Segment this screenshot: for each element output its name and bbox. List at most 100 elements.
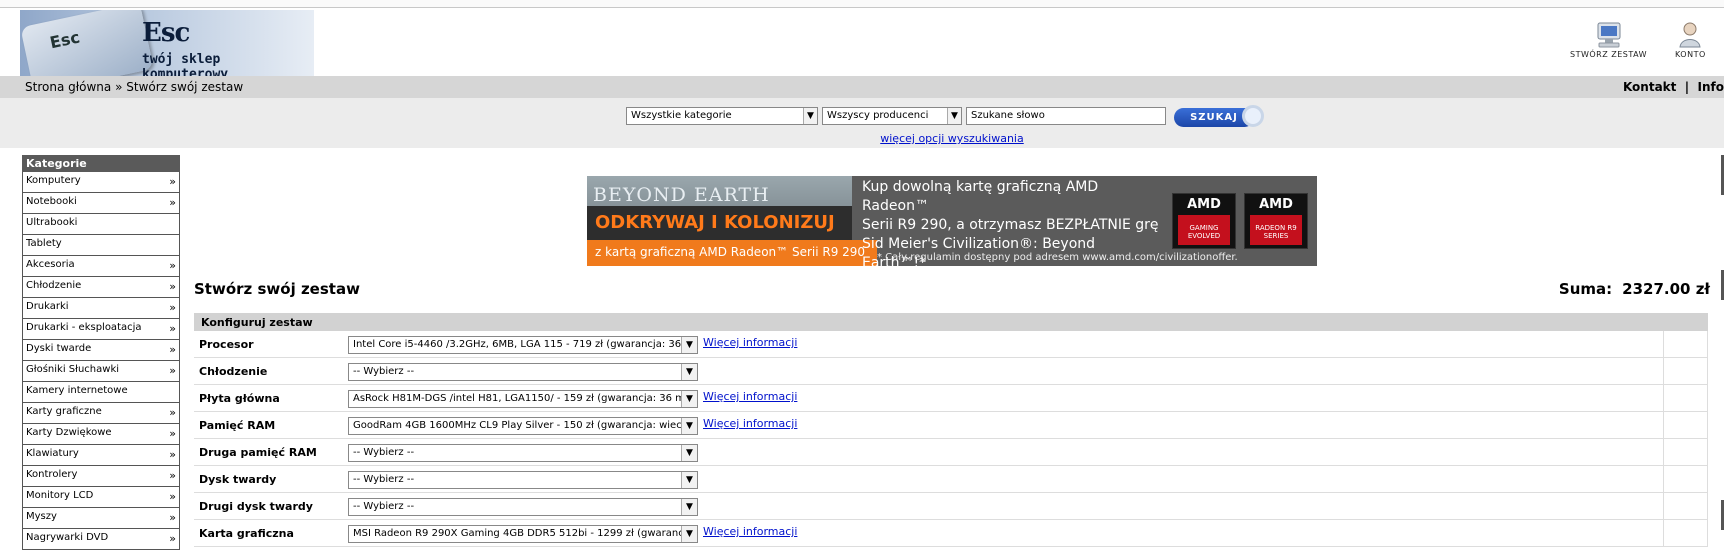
sidebar-item[interactable]: Kamery internetowe (22, 382, 180, 403)
sidebar-item[interactable]: Głośniki Słuchawki » (22, 361, 180, 382)
sidebar-item-label: Akcesoria (26, 259, 75, 270)
amd-radeon-logo: AMD RADEON R9 SERIES (1244, 193, 1308, 249)
account-button[interactable]: KONTO (1675, 22, 1706, 59)
banner-promo-line-1: Kup dowolną kartę graficzną AMD Radeon™ (862, 179, 1099, 214)
chevron-down-icon: ▼ (681, 391, 697, 407)
configurator-row: Druga pamięć RAM -- Wybierz -- ▼ (194, 439, 1708, 466)
amd-promo-banner[interactable]: BEYOND EARTH ODKRYWAJ I KOLONIZUJ z kart… (587, 176, 1317, 266)
contact-link[interactable]: Kontakt (1623, 80, 1676, 94)
component-label: Karta graficzna (199, 527, 294, 540)
configurator-row: Pamięć RAM GoodRam 4GB 1600MHz CL9 Play S… (194, 412, 1708, 439)
sidebar-item[interactable]: Drukarki - eksploatacja » (22, 319, 180, 340)
sidebar-item[interactable]: Dyski twarde » (22, 340, 180, 361)
category-select[interactable]: Wszystkie kategorie ▼ (626, 107, 818, 125)
component-label: Chłodzenie (199, 365, 268, 378)
sidebar-item[interactable]: Nagrywarki DVD » (22, 529, 180, 550)
search-input[interactable]: Szukane słowo (966, 107, 1166, 125)
sidebar-item[interactable]: Chłodzenie » (22, 277, 180, 298)
sidebar-item-label: Karty Dzwiękowe (26, 427, 112, 438)
info-link[interactable]: Info (1698, 80, 1724, 94)
banner-game-art: BEYOND EARTH ODKRYWAJ I KOLONIZUJ z kart… (587, 176, 877, 266)
sidebar-item-label: Drukarki - eksploatacja (26, 322, 142, 333)
top-links: Kontakt | Info (1623, 80, 1724, 94)
sidebar-item[interactable]: Drukarki » (22, 298, 180, 319)
amd-gaming-evolved-logo: AMD GAMING EVOLVED (1172, 193, 1236, 249)
row-price-cell (1663, 439, 1664, 466)
sidebar-item[interactable]: Myszy » (22, 508, 180, 529)
sidebar-item-label: Notebooki (26, 196, 77, 207)
component-select[interactable]: Intel Core i5-4460 /3.2GHz, 6MB, LGA 115… (348, 336, 698, 354)
sidebar-item[interactable]: Klawiatury » (22, 445, 180, 466)
top-links-separator: | (1684, 80, 1690, 94)
sidebar-item[interactable]: Komputery » (22, 172, 180, 193)
sidebar-item-label: Drukarki (26, 301, 69, 312)
chevron-right-icon: » (169, 301, 176, 314)
component-label: Drugi dysk twardy (199, 500, 313, 513)
banner-slogan: ODKRYWAJ I KOLONIZUJ (587, 206, 852, 240)
row-action-cell (1707, 439, 1708, 466)
component-select-value: -- Wybierz -- (353, 447, 415, 458)
sidebar-item[interactable]: Kontrolery » (22, 466, 180, 487)
chevron-right-icon: » (169, 343, 176, 356)
component-select[interactable]: MSI Radeon R9 290X Gaming 4GB DDR5 512bi… (348, 525, 698, 543)
category-sidebar: Kategorie Komputery » Notebooki » Ultrabooki… (22, 155, 180, 550)
producer-select-value: Wszyscy producenci (827, 110, 929, 121)
row-action-cell (1707, 520, 1708, 547)
sidebar-item-label: Chłodzenie (26, 280, 82, 291)
component-label: Dysk twardy (199, 473, 277, 486)
row-price-cell (1663, 412, 1664, 439)
component-select[interactable]: -- Wybierz -- ▼ (348, 471, 698, 489)
producer-select[interactable]: Wszyscy producenci ▼ (822, 107, 962, 125)
site-logo[interactable]: Esc Esc twój sklep komputerowy (20, 10, 314, 76)
sidebar-item-label: Dyski twarde (26, 343, 92, 354)
more-info-link[interactable]: Więcej informacji (703, 525, 797, 538)
breadcrumb-separator: » (115, 80, 123, 94)
component-select[interactable]: -- Wybierz -- ▼ (348, 444, 698, 462)
sidebar-item[interactable]: Karty Dzwiękowe » (22, 424, 180, 445)
sidebar-item[interactable]: Ultrabooki (22, 214, 180, 235)
row-action-cell (1707, 493, 1708, 520)
chevron-right-icon: » (169, 490, 176, 503)
component-select[interactable]: AsRock H81M-DGS /intel H81, LGA1150/ - 1… (348, 390, 698, 408)
chevron-right-icon: » (169, 406, 176, 419)
more-search-options-link[interactable]: więcej opcji wyszukiwania (0, 132, 1724, 145)
chevron-down-icon: ▼ (681, 499, 697, 515)
configurator-heading: Konfiguruj zestaw (194, 313, 1708, 331)
component-select-value: -- Wybierz -- (353, 501, 415, 512)
build-set-label: STWÓRZ ZESTAW (1570, 50, 1648, 59)
breadcrumb-home[interactable]: Strona główna (25, 80, 111, 94)
search-icon (1242, 105, 1264, 127)
category-select-value: Wszystkie kategorie (631, 110, 732, 121)
search-button[interactable]: SZUKAJ (1174, 105, 1272, 129)
breadcrumb: Strona główna » Stwórz swój zestaw Konta… (0, 76, 1724, 98)
configurator-row: Drugi dysk twardy -- Wybierz -- ▼ (194, 493, 1708, 520)
sidebar-item-label: Ultrabooki (26, 217, 78, 228)
row-action-cell (1707, 466, 1708, 493)
component-select-value: Intel Core i5-4460 /3.2GHz, 6MB, LGA 115… (353, 339, 698, 350)
sidebar-item[interactable]: Karty graficzne » (22, 403, 180, 424)
total-sum: Suma: 2327.00 zł (1559, 280, 1710, 298)
component-select-value: AsRock H81M-DGS /intel H81, LGA1150/ - 1… (353, 393, 698, 404)
more-info-link[interactable]: Więcej informacji (703, 390, 797, 403)
chevron-down-icon: ▼ (681, 364, 697, 380)
more-info-link[interactable]: Więcej informacji (703, 336, 797, 349)
sidebar-item[interactable]: Tablety (22, 235, 180, 256)
chevron-right-icon: » (169, 280, 176, 293)
breadcrumb-current: Stwórz swój zestaw (126, 80, 244, 94)
component-select[interactable]: GoodRam 4GB 1600MHz CL9 Play Silver - 15… (348, 417, 698, 435)
configurator-row: Dysk twardy -- Wybierz -- ▼ (194, 466, 1708, 493)
sidebar-item[interactable]: Monitory LCD » (22, 487, 180, 508)
component-select[interactable]: -- Wybierz -- ▼ (348, 498, 698, 516)
build-set-button[interactable]: STWÓRZ ZESTAW (1570, 22, 1647, 59)
configurator-row: Chłodzenie -- Wybierz -- ▼ (194, 358, 1708, 385)
sidebar-item[interactable]: Akcesoria » (22, 256, 180, 277)
chevron-right-icon: » (169, 427, 176, 440)
more-info-link[interactable]: Więcej informacji (703, 417, 797, 430)
chevron-right-icon: » (169, 511, 176, 524)
search-input-placeholder: Szukane słowo (971, 110, 1045, 121)
component-select[interactable]: -- Wybierz -- ▼ (348, 363, 698, 381)
sidebar-item[interactable]: Notebooki » (22, 193, 180, 214)
sidebar-item-label: Kontrolery (26, 469, 78, 480)
chevron-down-icon: ▼ (681, 418, 697, 434)
chevron-right-icon: » (169, 196, 176, 209)
